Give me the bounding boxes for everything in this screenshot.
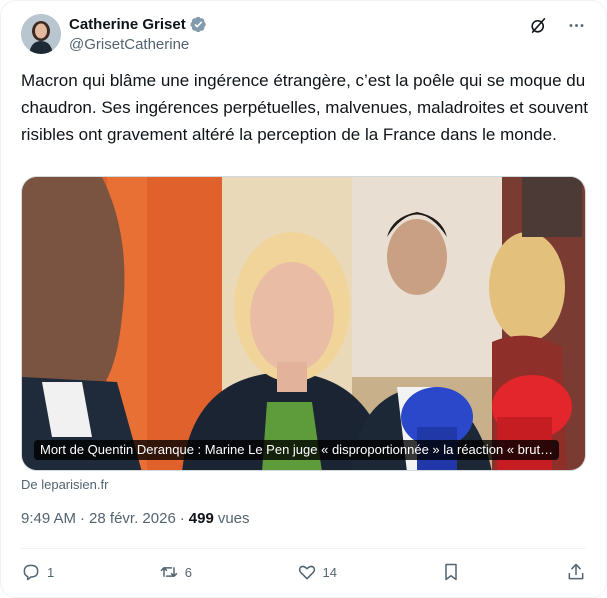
card-source[interactable]: De leparisien.fr	[21, 477, 108, 492]
repost-button[interactable]: 6	[159, 562, 192, 582]
avatar[interactable]	[21, 14, 61, 54]
name-row: Catherine Griset	[69, 14, 207, 34]
views-count: 499	[188, 510, 214, 527]
reply-button[interactable]: 1	[21, 562, 54, 582]
more-options-icon[interactable]	[566, 15, 586, 35]
author-block: Catherine Griset @GrisetCatherine	[69, 14, 207, 53]
author-handle[interactable]: @GrisetCatherine	[69, 36, 207, 53]
bookmark-icon	[445, 563, 458, 581]
tweet-meta: 9:49 AM · 28 févr. 2026 · 499 vues	[21, 510, 250, 527]
author-name[interactable]: Catherine Griset	[69, 16, 186, 33]
meta-separator: ·	[80, 510, 86, 527]
meta-separator-2: ·	[179, 510, 185, 527]
repost-icon	[160, 567, 177, 577]
avatar-image	[21, 14, 61, 54]
like-count: 14	[322, 564, 337, 580]
tweet-text: Macron qui blâme une ingérence étrangère…	[21, 71, 589, 144]
share-button[interactable]	[566, 562, 586, 582]
reply-count: 1	[47, 564, 55, 580]
tweet-time[interactable]: 9:49 AM	[21, 510, 76, 527]
verified-badge-icon[interactable]	[190, 16, 207, 33]
tweet-container: Catherine Griset @GrisetCatherine Macron…	[0, 0, 607, 598]
reply-icon	[23, 564, 39, 581]
card-photo	[22, 177, 585, 470]
share-icon	[568, 563, 584, 580]
header-actions	[528, 15, 586, 35]
like-button[interactable]: 14	[297, 562, 337, 582]
bookmark-button[interactable]	[441, 562, 461, 582]
card-caption: Mort de Quentin Deranque : Marine Le Pen…	[34, 440, 560, 460]
heart-icon	[298, 565, 315, 580]
link-card[interactable]: Mort de Quentin Deranque : Marine Le Pen…	[21, 176, 586, 471]
tweet-date[interactable]: 28 févr. 2026	[89, 510, 176, 527]
grok-icon[interactable]	[528, 15, 548, 35]
divider	[21, 548, 586, 549]
repost-count: 6	[184, 564, 192, 580]
action-bar: 1 6 14	[21, 559, 586, 585]
views-label: vues	[217, 510, 250, 527]
